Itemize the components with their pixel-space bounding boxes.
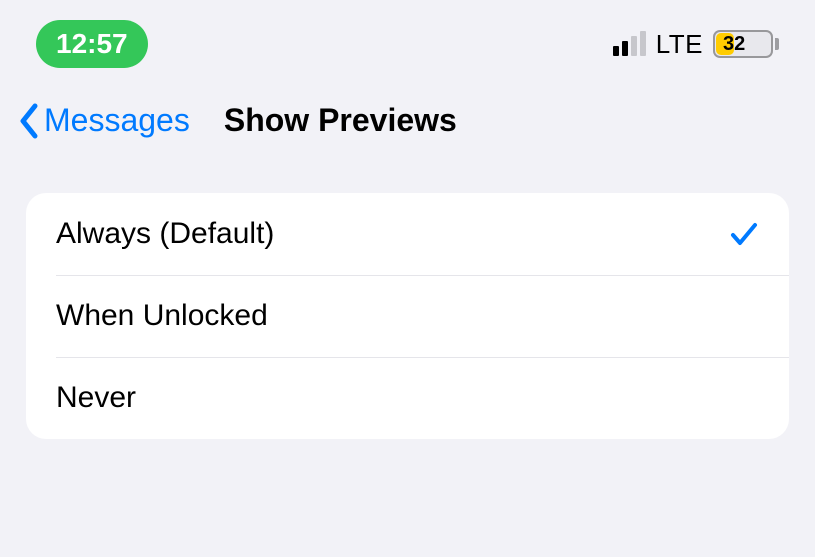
time-pill[interactable]: 12:57 — [36, 20, 148, 67]
option-label: When Unlocked — [56, 299, 268, 333]
option-label: Always (Default) — [56, 217, 274, 251]
option-when-unlocked[interactable]: When Unlocked — [26, 275, 789, 357]
battery-percent: 32 — [721, 33, 771, 56]
status-bar: 12:57 LTE 32 — [0, 0, 815, 72]
cell-signal-icon — [613, 32, 646, 56]
status-right: LTE 32 — [613, 29, 779, 60]
option-label: Never — [56, 381, 136, 415]
network-label: LTE — [656, 29, 703, 60]
back-label: Messages — [44, 102, 190, 139]
back-button[interactable]: Messages — [18, 102, 190, 139]
nav-header: Messages Show Previews — [0, 72, 815, 163]
status-time: 12:57 — [56, 28, 128, 59]
chevron-left-icon — [18, 103, 40, 139]
battery-icon: 32 — [713, 30, 779, 58]
option-list: Always (Default) When Unlocked Never — [26, 193, 789, 439]
checkmark-icon — [729, 219, 759, 249]
page-title: Show Previews — [224, 102, 457, 139]
option-always[interactable]: Always (Default) — [26, 193, 789, 275]
option-never[interactable]: Never — [26, 357, 789, 439]
